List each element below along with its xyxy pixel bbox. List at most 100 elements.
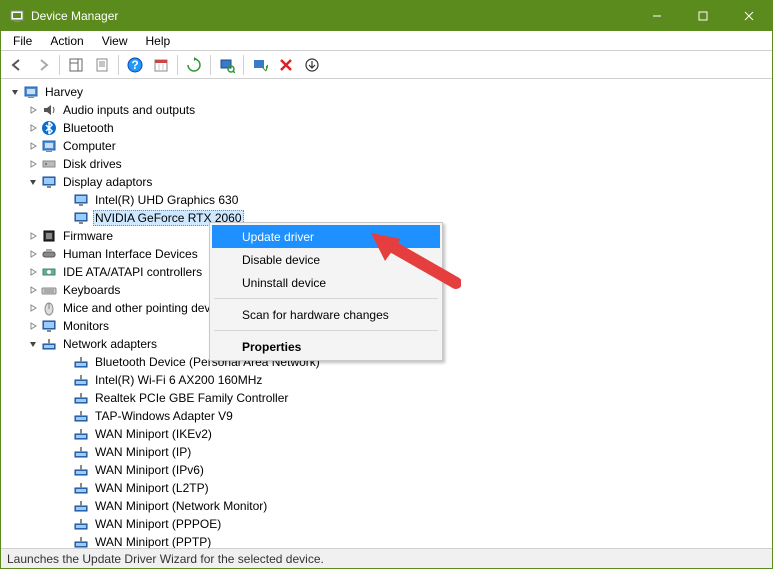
device-realtek[interactable]: Realtek PCIe GBE Family Controller bbox=[1, 389, 772, 407]
expand-icon[interactable] bbox=[27, 302, 39, 314]
minimize-button[interactable] bbox=[634, 1, 680, 31]
menu-properties[interactable]: Properties bbox=[212, 335, 440, 358]
device-wan-l2tp[interactable]: WAN Miniport (L2TP) bbox=[1, 479, 772, 497]
speaker-icon bbox=[41, 102, 57, 118]
device-label: WAN Miniport (L2TP) bbox=[93, 481, 211, 495]
expand-icon[interactable] bbox=[27, 248, 39, 260]
collapse-icon[interactable] bbox=[27, 176, 39, 188]
mouse-icon bbox=[41, 300, 57, 316]
expand-icon[interactable] bbox=[27, 284, 39, 296]
device-label: WAN Miniport (PPPOE) bbox=[93, 517, 223, 531]
category-label: IDE ATA/ATAPI controllers bbox=[61, 265, 204, 279]
menu-action[interactable]: Action bbox=[42, 32, 91, 50]
toolbar-separator bbox=[177, 55, 178, 75]
category-computer[interactable]: Computer bbox=[1, 137, 772, 155]
category-label: Network adapters bbox=[61, 337, 159, 351]
back-button[interactable] bbox=[5, 53, 29, 77]
device-intel-gpu[interactable]: Intel(R) UHD Graphics 630 bbox=[1, 191, 772, 209]
close-button[interactable] bbox=[726, 1, 772, 31]
network-icon bbox=[73, 372, 89, 388]
statusbar: Launches the Update Driver Wizard for th… bbox=[1, 548, 772, 568]
toolbar-separator bbox=[210, 55, 211, 75]
update-driver-button[interactable] bbox=[182, 53, 206, 77]
help-button[interactable] bbox=[123, 53, 147, 77]
network-icon bbox=[73, 354, 89, 370]
expand-icon[interactable] bbox=[27, 230, 39, 242]
network-icon bbox=[73, 444, 89, 460]
category-label: Audio inputs and outputs bbox=[61, 103, 197, 117]
menu-disable-device[interactable]: Disable device bbox=[212, 248, 440, 271]
status-text: Launches the Update Driver Wizard for th… bbox=[7, 552, 324, 566]
monitor-icon bbox=[41, 174, 57, 190]
category-bluetooth[interactable]: Bluetooth bbox=[1, 119, 772, 137]
menubar: File Action View Help bbox=[1, 31, 772, 51]
keyboard-icon bbox=[41, 282, 57, 298]
monitor-icon bbox=[41, 318, 57, 334]
show-hide-tree-button[interactable] bbox=[64, 53, 88, 77]
titlebar: Device Manager bbox=[1, 1, 772, 31]
device-label: Intel(R) Wi-Fi 6 AX200 160MHz bbox=[93, 373, 264, 387]
device-wan-ipv6[interactable]: WAN Miniport (IPv6) bbox=[1, 461, 772, 479]
menu-file[interactable]: File bbox=[5, 32, 40, 50]
toolbar-separator bbox=[59, 55, 60, 75]
category-label: Bluetooth bbox=[61, 121, 116, 135]
category-label: Display adaptors bbox=[61, 175, 154, 189]
uninstall-device-button[interactable] bbox=[274, 53, 298, 77]
expand-icon[interactable] bbox=[27, 158, 39, 170]
expand-icon[interactable] bbox=[27, 104, 39, 116]
properties-button[interactable] bbox=[90, 53, 114, 77]
category-display[interactable]: Display adaptors bbox=[1, 173, 772, 191]
enable-device-button[interactable] bbox=[248, 53, 272, 77]
device-label: WAN Miniport (IKEv2) bbox=[93, 427, 214, 441]
disable-device-button[interactable] bbox=[300, 53, 324, 77]
expand-icon[interactable] bbox=[27, 122, 39, 134]
expand-icon[interactable] bbox=[27, 140, 39, 152]
menu-update-driver[interactable]: Update driver bbox=[212, 225, 440, 248]
context-menu: Update driver Disable device Uninstall d… bbox=[209, 222, 443, 361]
device-wan-pppoe[interactable]: WAN Miniport (PPPOE) bbox=[1, 515, 772, 533]
device-label: WAN Miniport (Network Monitor) bbox=[93, 499, 269, 513]
network-icon bbox=[73, 516, 89, 532]
app-icon bbox=[9, 8, 25, 24]
menu-separator bbox=[214, 298, 438, 299]
network-icon bbox=[73, 498, 89, 514]
device-wan-netmon[interactable]: WAN Miniport (Network Monitor) bbox=[1, 497, 772, 515]
menu-scan-hardware[interactable]: Scan for hardware changes bbox=[212, 303, 440, 326]
category-label: Computer bbox=[61, 139, 118, 153]
tree-root-label: Harvey bbox=[43, 85, 85, 99]
date-button[interactable] bbox=[149, 53, 173, 77]
network-icon bbox=[41, 336, 57, 352]
category-label: Keyboards bbox=[61, 283, 122, 297]
monitor-icon bbox=[73, 192, 89, 208]
device-manager-window: Device Manager File Action View Help bbox=[0, 0, 773, 569]
forward-button[interactable] bbox=[31, 53, 55, 77]
device-label: WAN Miniport (IP) bbox=[93, 445, 193, 459]
expand-icon[interactable] bbox=[27, 320, 39, 332]
toolbar-separator bbox=[243, 55, 244, 75]
device-wan-ip[interactable]: WAN Miniport (IP) bbox=[1, 443, 772, 461]
computer-icon bbox=[41, 138, 57, 154]
device-wifi[interactable]: Intel(R) Wi-Fi 6 AX200 160MHz bbox=[1, 371, 772, 389]
category-label: Firmware bbox=[61, 229, 115, 243]
menu-uninstall-device[interactable]: Uninstall device bbox=[212, 271, 440, 294]
device-label: Intel(R) UHD Graphics 630 bbox=[93, 193, 240, 207]
tree-root[interactable]: Harvey bbox=[1, 83, 772, 101]
menu-help[interactable]: Help bbox=[138, 32, 179, 50]
device-wan-pptp[interactable]: WAN Miniport (PPTP) bbox=[1, 533, 772, 548]
category-label: Monitors bbox=[61, 319, 111, 333]
menu-view[interactable]: View bbox=[94, 32, 136, 50]
expand-icon[interactable] bbox=[27, 266, 39, 278]
collapse-icon[interactable] bbox=[27, 338, 39, 350]
network-icon bbox=[73, 426, 89, 442]
monitor-icon bbox=[73, 210, 89, 226]
device-wan-ikev2[interactable]: WAN Miniport (IKEv2) bbox=[1, 425, 772, 443]
collapse-icon[interactable] bbox=[9, 86, 21, 98]
scan-hardware-button[interactable] bbox=[215, 53, 239, 77]
category-audio[interactable]: Audio inputs and outputs bbox=[1, 101, 772, 119]
device-tap[interactable]: TAP-Windows Adapter V9 bbox=[1, 407, 772, 425]
maximize-button[interactable] bbox=[680, 1, 726, 31]
network-icon bbox=[73, 408, 89, 424]
category-label: Human Interface Devices bbox=[61, 247, 200, 261]
toolbar bbox=[1, 51, 772, 79]
category-disk[interactable]: Disk drives bbox=[1, 155, 772, 173]
